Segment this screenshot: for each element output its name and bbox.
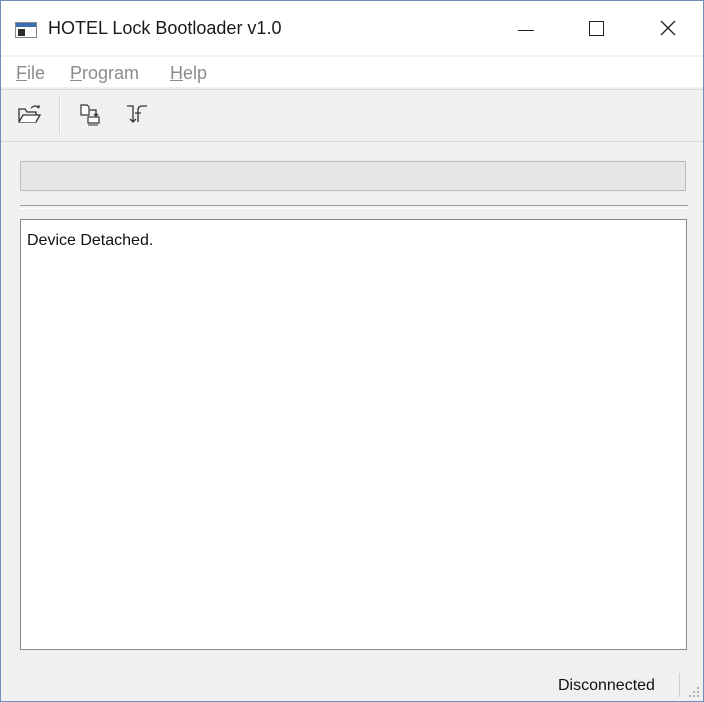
window-title: HOTEL Lock Bootloader v1.0 bbox=[48, 18, 282, 38]
menu-divider bbox=[1, 89, 703, 90]
open-file-button[interactable] bbox=[15, 100, 43, 128]
maximize-button[interactable] bbox=[563, 1, 629, 55]
minimize-button[interactable] bbox=[493, 1, 559, 55]
app-icon[interactable] bbox=[15, 22, 37, 38]
program-device-icon bbox=[80, 104, 100, 126]
reset-device-icon bbox=[127, 105, 147, 123]
progress-bar bbox=[20, 161, 686, 191]
reset-device-button[interactable] bbox=[123, 100, 151, 128]
status-separator bbox=[679, 673, 680, 697]
toolbar-divider bbox=[1, 141, 703, 142]
title-bar[interactable]: HOTEL Lock Bootloader v1.0 bbox=[1, 1, 703, 55]
maximize-icon bbox=[588, 20, 604, 36]
log-line: Device Detached. bbox=[27, 232, 154, 249]
resize-grip-icon[interactable] bbox=[687, 685, 701, 699]
app-window: HOTEL Lock Bootloader v1.0 File Program … bbox=[0, 0, 704, 702]
connection-status: Disconnected bbox=[558, 677, 655, 694]
menu-file[interactable]: File bbox=[16, 63, 45, 84]
toolbar-separator bbox=[59, 97, 61, 133]
menu-bar: File Program Help bbox=[1, 57, 703, 87]
section-divider bbox=[20, 205, 688, 209]
close-icon bbox=[660, 20, 676, 36]
log-output[interactable]: Device Detached. bbox=[20, 219, 687, 650]
program-device-button[interactable] bbox=[76, 100, 104, 128]
open-folder-icon bbox=[18, 105, 42, 123]
minimize-icon bbox=[518, 29, 534, 31]
toolbar bbox=[1, 93, 703, 139]
menu-help[interactable]: Help bbox=[170, 63, 207, 84]
menu-program[interactable]: Program bbox=[70, 63, 139, 84]
close-button[interactable] bbox=[635, 1, 701, 55]
